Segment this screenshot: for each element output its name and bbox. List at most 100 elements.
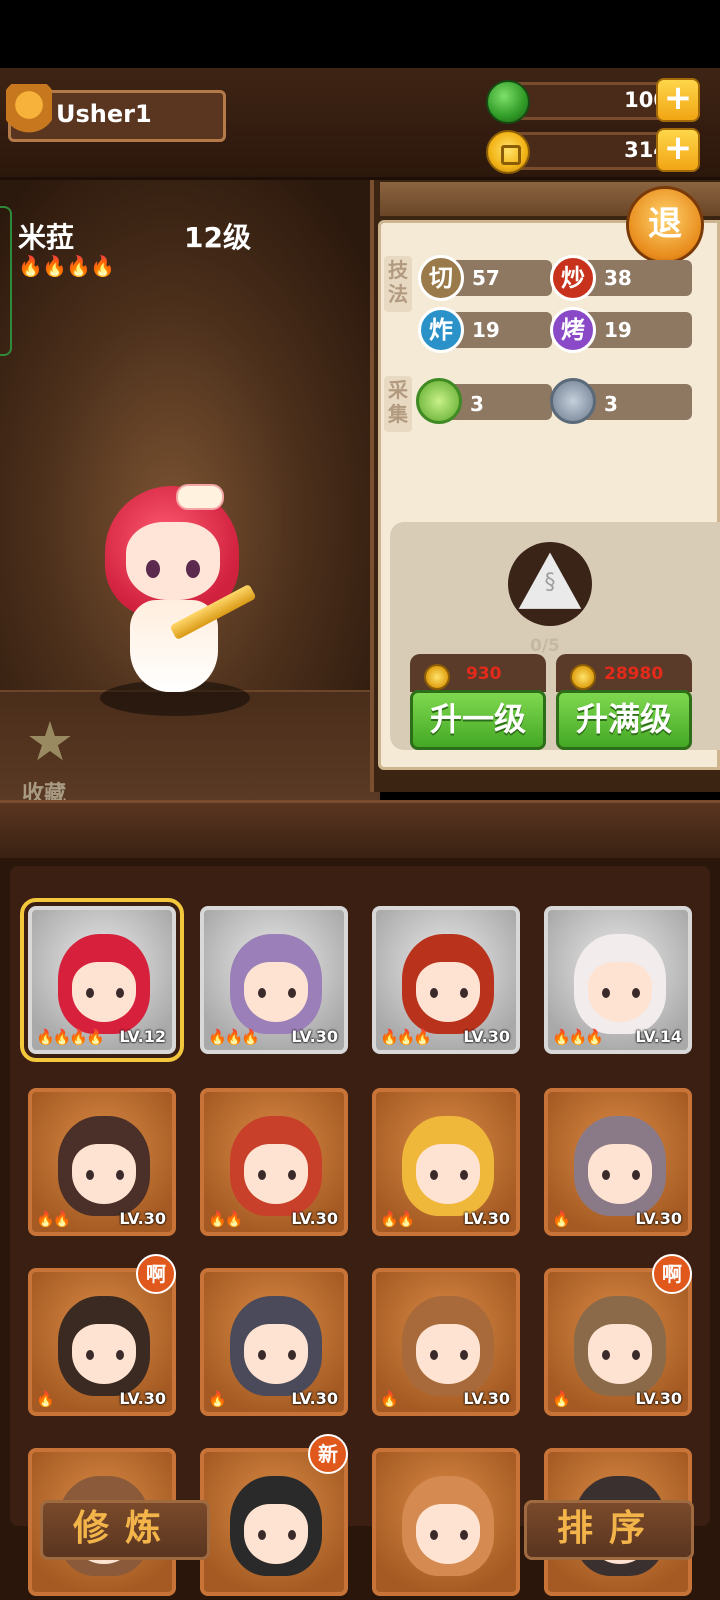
chef-level: LV.30 [119, 1389, 166, 1408]
chef-level: LV.30 [463, 1389, 510, 1408]
chef-portrait-eye [460, 1350, 468, 1360]
fire-icon: 🔥 [18, 254, 43, 278]
chef-portrait-face [416, 1504, 480, 1564]
chef-portrait-eye [258, 1350, 266, 1360]
add-gems-button[interactable]: + [656, 78, 700, 122]
character-eye [186, 560, 200, 578]
chef-rank-fires: 🔥 [208, 1390, 227, 1408]
sort-button[interactable]: 排序 [524, 1500, 694, 1560]
fire-icon: 🔥 [66, 254, 91, 278]
character-rank: 🔥 🔥 🔥 🔥 [18, 254, 115, 278]
exit-button[interactable]: 退 [626, 186, 704, 264]
gem-icon [486, 80, 530, 124]
chef-portrait-eye [602, 1170, 610, 1180]
chef-rank-fires: 🔥 [380, 1390, 399, 1408]
chef-card[interactable]: 🔥🔥 LV.30 [28, 1088, 176, 1236]
chef-portrait-face [244, 1144, 308, 1204]
favorite-star-icon[interactable]: ★ [22, 714, 78, 770]
character-eye [146, 560, 160, 578]
chef-rank-fires: 🔥🔥🔥🔥 [36, 1028, 105, 1046]
character-level: 12级 [184, 221, 251, 254]
chef-portrait-eye [116, 988, 124, 998]
roast-skill-icon: 烤 [550, 307, 596, 353]
character-face [126, 522, 220, 600]
chef-rank-fires: 🔥🔥 [208, 1210, 243, 1228]
add-coins-button[interactable]: + [656, 128, 700, 172]
chef-portrait-eye [86, 1350, 94, 1360]
level-up-button[interactable]: 升一级 [410, 690, 546, 750]
fish-gather-value: 3 [604, 392, 618, 416]
chef-portrait-eye [288, 988, 296, 998]
chef-card[interactable]: 🔥 LV.30 [200, 1268, 348, 1416]
chef-portrait-face [72, 1324, 136, 1384]
chef-level: LV.14 [635, 1027, 682, 1046]
chef-portrait-eye [288, 1530, 296, 1540]
chef-portrait-eye [86, 988, 94, 998]
chef-portrait-face [244, 1324, 308, 1384]
chef-rank-fires: 🔥 [36, 1390, 55, 1408]
chef-card-badge: 新 [308, 1434, 348, 1474]
chef-card[interactable] [372, 1448, 520, 1596]
vegetable-gather-value: 3 [470, 392, 484, 416]
chef-portrait-eye [632, 1350, 640, 1360]
chef-level: LV.12 [119, 1027, 166, 1046]
chef-rank-fires: 🔥🔥 [36, 1210, 71, 1228]
fish-icon [550, 378, 596, 424]
character-name: 米菈 [18, 221, 75, 254]
chef-card[interactable]: 🔥🔥🔥🔥 LV.12 [20, 898, 184, 1062]
deep-fry-skill-value: 19 [472, 318, 500, 342]
coin-icon [424, 664, 450, 690]
chef-portrait-eye [86, 1170, 94, 1180]
chef-card[interactable]: 🔥🔥 LV.30 [372, 1088, 520, 1236]
chef-card[interactable]: 🔥🔥🔥 LV.30 [200, 906, 348, 1054]
player-name: Usher1 [56, 100, 152, 128]
chef-rank-fires: 🔥🔥 [380, 1210, 415, 1228]
upgrade-progress: 0/5 [530, 636, 560, 656]
chef-portrait-eye [632, 1170, 640, 1180]
max-level-button[interactable]: 升满级 [556, 690, 692, 750]
chef-portrait-face [72, 962, 136, 1022]
level-up-cost: 930 [466, 664, 502, 684]
chef-portrait-face [588, 1324, 652, 1384]
character-sprite[interactable] [100, 480, 260, 710]
chef-portrait-face [588, 1144, 652, 1204]
chef-portrait-eye [460, 988, 468, 998]
roast-skill-value: 19 [604, 318, 632, 342]
deep-fry-skill-icon: 炸 [418, 307, 464, 353]
chef-portrait-face [588, 962, 652, 1022]
chef-portrait-face [416, 962, 480, 1022]
chef-portrait-face [416, 1144, 480, 1204]
chef-portrait-eye [460, 1530, 468, 1540]
swirl-glyph-icon: § [544, 570, 556, 595]
chef-portrait-eye [258, 1530, 266, 1540]
vegetable-icon [416, 378, 462, 424]
chef-rank-fires: 🔥🔥🔥 [552, 1028, 604, 1046]
side-tab[interactable] [0, 206, 12, 356]
chef-level: LV.30 [463, 1209, 510, 1228]
chef-portrait-face [244, 962, 308, 1022]
cut-skill-value: 57 [472, 266, 500, 290]
chef-portrait-eye [288, 1170, 296, 1180]
coin-icon [570, 664, 596, 690]
chef-portrait-eye [430, 988, 438, 998]
chef-rank-fires: 🔥 [552, 1210, 571, 1228]
chef-level: LV.30 [463, 1027, 510, 1046]
train-button[interactable]: 修炼 [40, 1500, 210, 1560]
chef-card[interactable]: 🔥🔥 LV.30 [200, 1088, 348, 1236]
fire-icon: 🔥 [42, 254, 67, 278]
gather-label: 采集 [384, 376, 412, 432]
chef-card-badge: 啊 [652, 1254, 692, 1294]
chef-portrait-eye [602, 988, 610, 998]
stir-fry-skill-value: 38 [604, 266, 632, 290]
chef-card[interactable]: 🔥🔥🔥 LV.30 [372, 906, 520, 1054]
player-avatar-icon[interactable] [6, 84, 52, 144]
chef-level: LV.30 [291, 1389, 338, 1408]
chef-card[interactable]: 🔥 LV.30 [544, 1088, 692, 1236]
chef-portrait-eye [602, 1350, 610, 1360]
chef-card[interactable]: 🔥 LV.30 [372, 1268, 520, 1416]
chef-portrait-face [72, 1144, 136, 1204]
chef-portrait-eye [258, 988, 266, 998]
max-level-cost: 28980 [604, 664, 664, 684]
chef-card[interactable]: 🔥🔥🔥 LV.14 [544, 906, 692, 1054]
chef-portrait-eye [430, 1350, 438, 1360]
